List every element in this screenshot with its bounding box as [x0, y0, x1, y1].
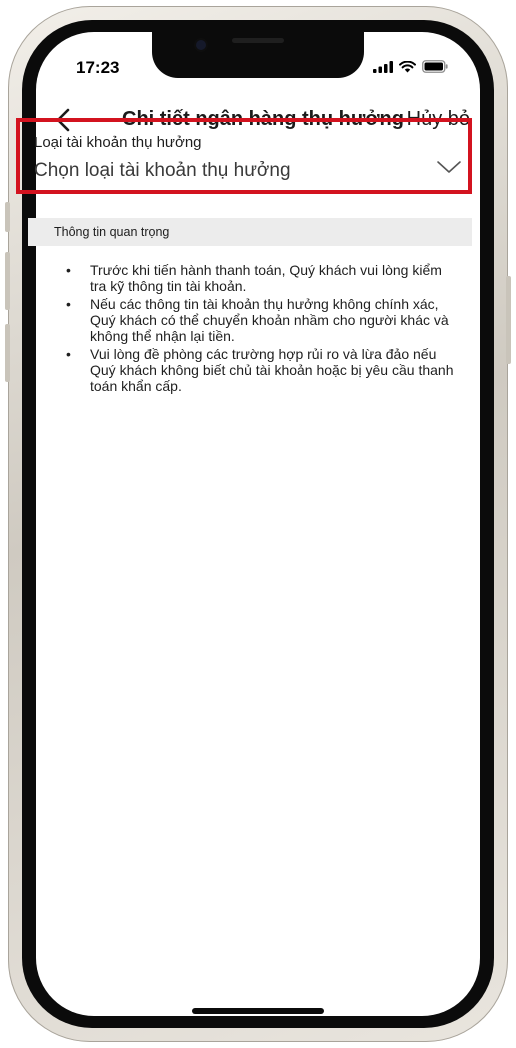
list-item: • Trước khi tiến hành thanh toán, Quý kh… [28, 262, 472, 294]
bullet: • [66, 346, 71, 362]
list-item: • Vui lòng đề phòng các trường hợp rủi r… [28, 346, 472, 394]
status-icons [373, 60, 448, 73]
camera-icon [196, 40, 206, 50]
cellular-signal-icon [373, 60, 393, 73]
important-info-header: Thông tin quan trọng [28, 218, 472, 246]
volume-down-button [5, 324, 10, 382]
power-button [506, 276, 511, 364]
account-type-placeholder[interactable]: Chọn loại tài khoản thụ hưởng [34, 160, 291, 182]
battery-icon [422, 60, 448, 73]
home-indicator[interactable] [192, 1008, 324, 1014]
notch [152, 32, 364, 78]
important-info-title: Thông tin quan trọng [54, 225, 170, 239]
status-time: 17:23 [76, 58, 120, 77]
info-text: Vui lòng đề phòng các trường hợp rủi ro … [90, 346, 454, 394]
important-info-list: • Trước khi tiến hành thanh toán, Quý kh… [28, 262, 472, 396]
list-item: • Nếu các thông tin tài khoản thụ hưởng … [28, 296, 472, 344]
account-type-label: Loại tài khoản thụ hưởng [34, 134, 202, 151]
bullet: • [66, 296, 71, 312]
volume-up-button [5, 252, 10, 310]
info-text: Nếu các thông tin tài khoản thụ hưởng kh… [90, 296, 449, 344]
info-text: Trước khi tiến hành thanh toán, Quý khác… [90, 262, 442, 294]
mute-switch [5, 202, 10, 232]
chevron-down-icon[interactable] [436, 158, 462, 176]
bullet: • [66, 262, 71, 278]
speaker-grille [232, 38, 284, 43]
wifi-icon [399, 60, 416, 72]
account-type-dropdown[interactable]: Loại tài khoản thụ hưởng Chọn loại tài k… [16, 118, 472, 194]
